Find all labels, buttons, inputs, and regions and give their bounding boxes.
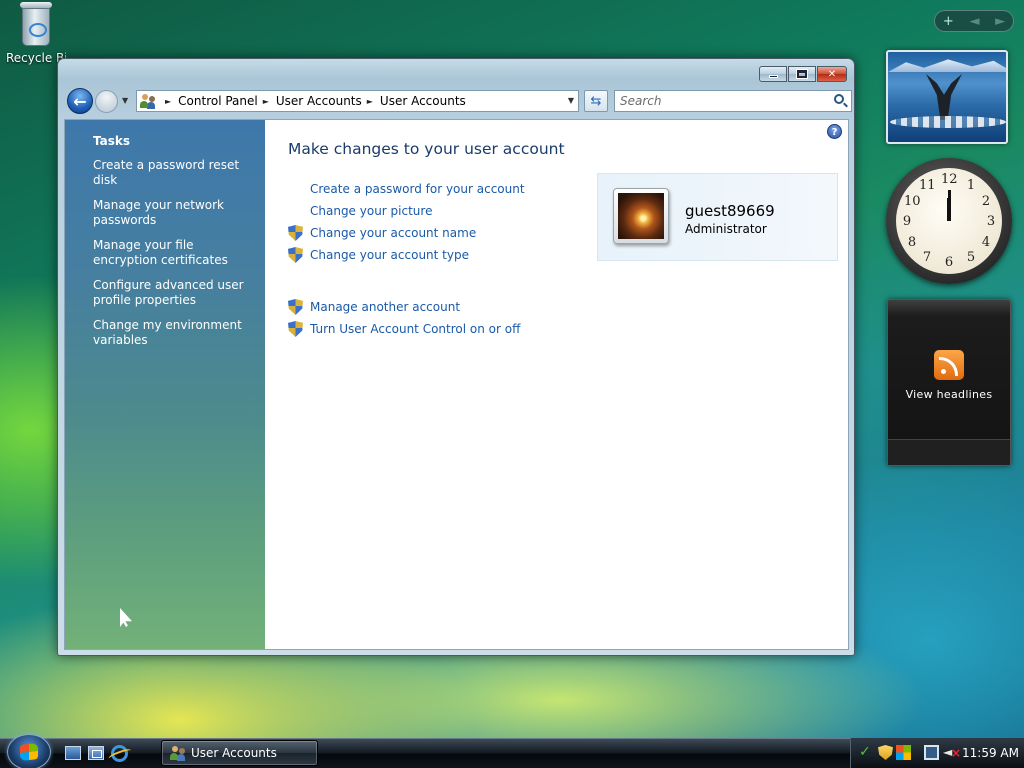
task-link-environment-variables[interactable]: Change my environment variables [93,318,253,348]
clock-gadget[interactable]: 12 1 2 3 4 5 6 7 8 9 10 11 [886,158,1012,284]
clock-hour-hand [947,198,951,221]
manage-another-account-link[interactable]: Manage another account [288,296,848,318]
clock-numeral: 12 [941,172,958,187]
add-gadget-button[interactable]: + [943,14,954,29]
user-role: Administrator [685,222,767,236]
recycle-bin-icon [19,2,53,48]
breadcrumb-separator-icon[interactable]: ► [263,97,269,106]
start-button[interactable] [7,734,51,768]
help-icon[interactable]: ? [827,124,842,139]
sidebar-gadget-controls: + ◄ ► [934,10,1014,32]
uac-shield-icon [288,299,303,315]
change-account-type-label: Change your account type [310,248,469,262]
view-headlines-label[interactable]: View headlines [888,388,1010,401]
feed-headlines-gadget[interactable]: View headlines [887,299,1011,466]
next-page-button[interactable]: ► [995,14,1005,29]
clock-numeral: 8 [907,235,917,250]
rss-feed-icon [934,350,964,380]
previous-page-button[interactable]: ◄ [969,14,979,29]
minimize-button[interactable] [759,66,787,82]
breadcrumb-user-accounts[interactable]: User Accounts [276,94,362,108]
toggle-uac-label: Turn User Account Control on or off [310,322,521,336]
uac-shield-icon [288,247,303,263]
navigation-bar: ← ▼ ► Control Panel ► User Accounts ► Us… [66,88,852,114]
breadcrumb-control-panel[interactable]: Control Panel [178,94,258,108]
window-content: Tasks Create a password reset disk Manag… [64,119,849,650]
network-icon[interactable] [924,745,939,760]
windows-flag-icon[interactable] [896,745,911,760]
window-controls: ✕ [759,66,847,82]
change-account-name-label: Change your account name [310,226,477,240]
security-check-icon[interactable]: ✓ [859,745,874,760]
clock-numeral: 3 [986,214,996,229]
uac-shield-icon [288,225,303,241]
user-name: guest89669 [685,202,775,220]
refresh-icon[interactable]: ⇆ [584,90,608,112]
clock-numeral: 11 [919,178,936,193]
address-bar[interactable]: ► Control Panel ► User Accounts ► User A… [136,90,579,112]
taskbar-clock[interactable]: 11:59 AM [962,738,1019,768]
clock-numeral: 1 [966,178,976,193]
slideshow-gadget[interactable] [886,50,1008,144]
user-accounts-icon [170,745,186,761]
task-link-advanced-profile[interactable]: Configure advanced user profile properti… [93,278,253,308]
breadcrumb-user-accounts-current[interactable]: User Accounts [380,94,466,108]
breadcrumb-separator-icon[interactable]: ► [165,97,171,106]
forward-arrow-icon[interactable] [95,90,118,113]
tasks-heading: Tasks [93,134,131,148]
magnifier-icon[interactable] [834,94,844,104]
search-input[interactable] [620,92,825,110]
user-account-card: guest89669 Administrator [597,173,838,261]
clock-numeral: 9 [902,214,912,229]
clock-numeral: 2 [981,194,991,209]
recent-pages-dropdown-icon[interactable]: ▼ [122,96,128,105]
task-link-file-encryption[interactable]: Manage your file encryption certificates [93,238,253,268]
manage-another-account-label: Manage another account [310,300,461,314]
internet-explorer-icon[interactable] [111,745,128,762]
uac-shield-icon [288,321,303,337]
back-arrow-icon[interactable]: ← [67,88,93,114]
show-desktop-icon[interactable] [65,746,81,760]
address-dropdown-icon[interactable]: ▼ [568,96,574,105]
create-password-label: Create a password for your account [310,182,525,196]
taskbar-button-user-accounts[interactable]: User Accounts [161,740,318,766]
control-panel-icon [140,93,156,109]
task-link-network-passwords[interactable]: Manage your network passwords [93,198,253,228]
taskbar-button-label: User Accounts [191,746,277,760]
clock-numeral: 10 [904,194,921,209]
close-button[interactable]: ✕ [817,66,847,82]
clock-face: 12 1 2 3 4 5 6 7 8 9 10 11 [896,168,1002,274]
tasks-pane: Tasks Create a password reset disk Manag… [65,120,265,649]
user-accounts-window: ✕ ← ▼ ► Control Panel ► User Accounts ► … [57,58,855,656]
task-link-password-reset-disk[interactable]: Create a password reset disk [93,158,253,188]
notification-area: ✓ ◄ 11:59 AM [850,738,1024,768]
whale-tail-image [926,74,962,120]
clock-numeral: 6 [944,255,954,270]
change-picture-label: Change your picture [310,204,433,218]
user-avatar [613,188,669,244]
security-shield-icon[interactable] [878,745,893,760]
clock-numeral: 5 [966,250,976,265]
breadcrumb-separator-icon[interactable]: ► [367,97,373,106]
windows-logo-icon [20,743,38,761]
volume-muted-icon[interactable]: ◄ [943,745,961,761]
recycle-bin-desktop-icon[interactable]: Recycle Bin [6,2,66,65]
search-box [614,90,852,112]
page-title: Make changes to your user account [288,140,565,158]
maximize-button[interactable] [788,66,816,82]
clock-numeral: 4 [981,235,991,250]
switch-windows-icon[interactable] [88,746,104,760]
toggle-uac-link[interactable]: Turn User Account Control on or off [288,318,848,340]
clock-numeral: 7 [922,250,932,265]
